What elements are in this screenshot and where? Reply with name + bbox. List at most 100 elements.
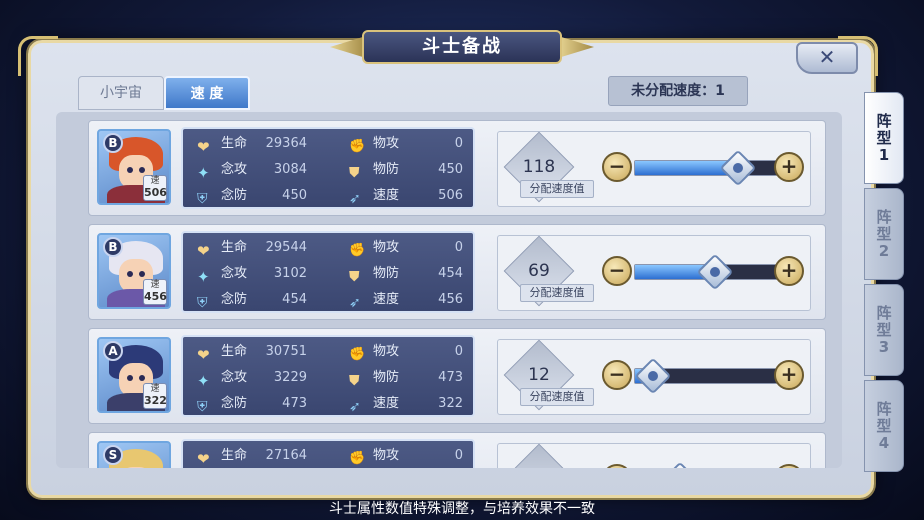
increase-button[interactable]: + [774, 360, 804, 390]
stat-hp: ❤ 生命 29544 [197, 237, 307, 260]
fighter-portrait[interactable]: A 速 322 [97, 337, 171, 413]
stat-speed: ➶ 速度 506 [349, 185, 463, 207]
stat-physical-defense-label: 物防 [373, 162, 400, 177]
alloc-value: 118 [522, 157, 556, 177]
stat-physical-attack-value: 0 [454, 448, 463, 463]
fist-icon: ✊ [349, 346, 366, 362]
fighter-list[interactable]: B 速 506 ❤ 生命 29364 ✦ 念攻 3084 ⛨ 念防 450 ✊ 物攻 0 ⛊ 物防 4… [56, 112, 842, 468]
formation-tabs: 阵 型 1 阵 型 2 阵 型 3 阵 型 4 [864, 92, 904, 476]
stat-hp: ❤ 生命 30751 [197, 341, 307, 364]
grade-badge: A [103, 341, 123, 361]
stat-mental-attack: ✦ 念攻 3084 [197, 159, 307, 182]
speed-tag-label: 速 [150, 384, 160, 394]
fist-icon: ✊ [349, 138, 366, 154]
speed-slider[interactable] [634, 357, 784, 395]
wing-icon: ➶ [349, 190, 361, 207]
slider-knob[interactable] [661, 461, 699, 468]
shield-icon: ⛨ [197, 294, 208, 311]
stat-mental-attack-value: 3229 [273, 370, 307, 385]
speed-slider[interactable] [634, 149, 784, 187]
shield-icon: ⛊ [349, 268, 360, 285]
stat-hp-value: 27164 [265, 448, 307, 463]
portrait-eye [127, 375, 133, 381]
fighter-row: B 速 456 ❤ 生命 29544 ✦ 念攻 3102 ⛨ 念防 454 ✊ 物攻 0 ⛊ 物防 4… [88, 224, 826, 320]
grade-badge: B [103, 133, 123, 153]
formation-4-label: 阵 型 4 [876, 399, 892, 452]
fighter-row: S 速 ❤生命27164 ✦念攻 ⛨念防 ✊物攻0 ⛊物防 ➶速度 分配速度值 … [88, 432, 826, 468]
stat-physical-defense: ⛊ 物防 473 [349, 367, 463, 389]
wing-icon: ➶ [349, 398, 361, 415]
stat-hp-label: 生命 [221, 136, 248, 151]
speed-assign-box: 69 分配速度值 − + [497, 235, 811, 311]
stat-hp-label: 生命 [221, 344, 248, 359]
slider-knob[interactable] [634, 357, 672, 395]
portrait-eye [139, 167, 145, 173]
formation-2-label: 阵 型 2 [876, 207, 892, 260]
portrait-eye [139, 375, 145, 381]
panel-title: 斗士备战 [362, 30, 562, 64]
stat-physical-attack-label: 物攻 [373, 136, 400, 151]
tab-formation-1[interactable]: 阵 型 1 [864, 92, 904, 184]
stat-physical-attack: ✊ 物攻 0 [349, 341, 463, 363]
knob-gem-icon [707, 264, 723, 280]
shield-icon: ⛊ [349, 372, 360, 389]
tab-speed[interactable]: 速 度 [164, 76, 250, 110]
fist-icon: ✊ [349, 450, 366, 466]
speed-assign-box: 12 分配速度值 − + [497, 339, 811, 415]
fighter-portrait[interactable]: B 速 456 [97, 233, 171, 309]
mode-tabs: 小宇宙 速 度 [78, 76, 250, 110]
stat-mental-attack: ✦ 念攻 3229 [197, 367, 307, 390]
stat-mental-attack-label: 念攻 [221, 162, 248, 177]
stat-hp-value: 30751 [265, 344, 307, 359]
shield-icon: ⛨ [197, 398, 208, 415]
stat-physical-defense-label: 物防 [373, 370, 400, 385]
tab-formation-3[interactable]: 阵 型 3 [864, 284, 904, 376]
slider-knob[interactable] [696, 253, 734, 291]
heart-icon: ❤ [197, 241, 210, 260]
stat-physical-defense-value: 454 [438, 266, 463, 281]
slider-knob[interactable] [719, 149, 757, 187]
increase-button[interactable]: + [774, 464, 804, 468]
stats-panel: ❤ 生命 29544 ✦ 念攻 3102 ⛨ 念防 454 ✊ 物攻 0 ⛊ 物防 454 ➶ 速度 4… [181, 231, 475, 313]
stat-mental-defense: ⛨ 念防 473 [197, 393, 307, 415]
fighter-portrait[interactable]: S 速 [97, 441, 171, 468]
stat-physical-attack: ✊ 物攻 0 [349, 237, 463, 259]
fighter-row: A 速 322 ❤ 生命 30751 ✦ 念攻 3229 ⛨ 念防 473 ✊ 物攻 0 ⛊ 物防 4… [88, 328, 826, 424]
stat-hp-value: 29364 [265, 136, 307, 151]
alloc-value [518, 464, 560, 468]
decrease-button[interactable]: − [602, 360, 632, 390]
stat-mental-defense-label: 念防 [221, 396, 248, 411]
fighter-portrait[interactable]: B 速 506 [97, 129, 171, 205]
tab-formation-2[interactable]: 阵 型 2 [864, 188, 904, 280]
increase-button[interactable]: + [774, 256, 804, 286]
speed-assign-box: 118 分配速度值 − + [497, 131, 811, 207]
tab-cosmos[interactable]: 小宇宙 [78, 76, 164, 110]
shield-icon: ⛊ [349, 164, 360, 181]
speed-slider[interactable] [634, 253, 784, 291]
stat-mental-defense-label: 念防 [221, 292, 248, 307]
stat-hp-value: 29544 [265, 240, 307, 255]
alloc-value: 69 [528, 261, 550, 281]
spark-icon: ✦ [197, 267, 210, 286]
decrease-button[interactable]: − [602, 256, 632, 286]
decrease-button[interactable]: − [602, 152, 632, 182]
decrease-button[interactable]: − [602, 464, 632, 468]
tab-formation-4[interactable]: 阵 型 4 [864, 380, 904, 472]
stat-speed-label: 速度 [373, 292, 400, 307]
heart-icon: ❤ [197, 449, 210, 468]
stat-physical-attack: ✊ 物攻 0 [349, 133, 463, 155]
stat-hp-label: 生命 [221, 448, 248, 463]
close-button[interactable]: ✕ [796, 42, 858, 74]
footer-note: 斗士属性数值特殊调整，与培养效果不一致 [329, 501, 595, 517]
stat-speed-value: 456 [438, 292, 463, 307]
speed-assign-box: 分配速度值 − + [497, 443, 811, 468]
increase-button[interactable]: + [774, 152, 804, 182]
stat-speed-value: 322 [438, 396, 463, 411]
stat-mental-attack-label: 念攻 [221, 266, 248, 281]
stat-hp: ❤ 生命 27164 [197, 445, 307, 468]
spark-icon: ✦ [197, 371, 210, 390]
stat-mental-defense-label: 念防 [221, 188, 248, 203]
stat-physical-attack-label: 物攻 [373, 344, 400, 359]
knob-gem-icon [730, 160, 746, 176]
speed-tag: 速 506 [143, 175, 167, 201]
